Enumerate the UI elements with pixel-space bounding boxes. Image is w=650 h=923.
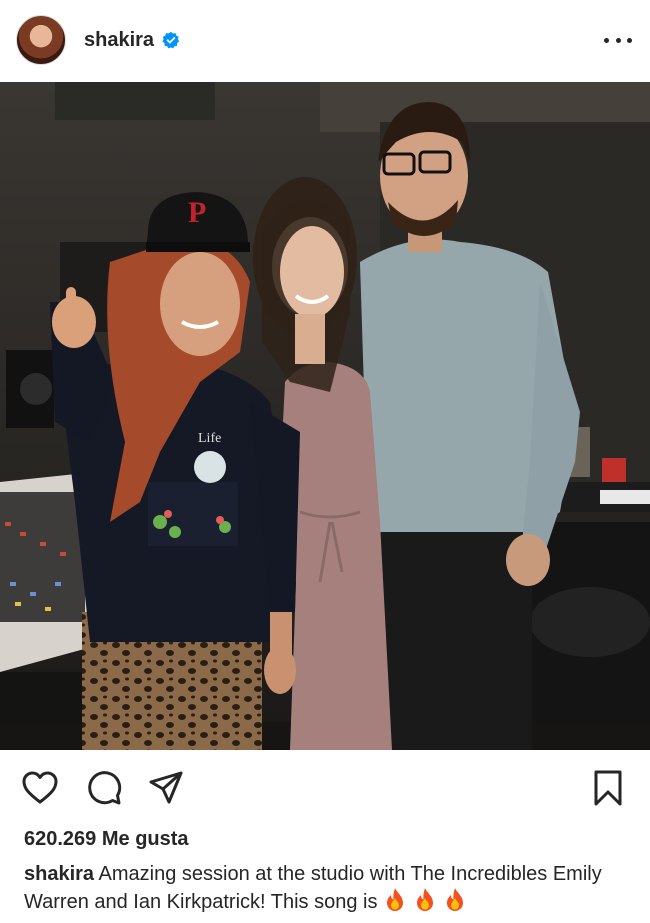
post-header: shakira: [0, 0, 650, 80]
more-options-icon[interactable]: [604, 30, 632, 50]
action-bar: [0, 768, 650, 812]
fire-emoji-icon: [417, 888, 434, 911]
share-icon[interactable]: [146, 768, 186, 808]
fire-emoji-icon: [447, 888, 464, 911]
likes-count[interactable]: 620.269 Me gusta: [24, 828, 189, 851]
studio-photo-illustration: P Life: [0, 82, 650, 750]
verified-badge-icon: [162, 31, 180, 49]
comment-icon[interactable]: [84, 768, 124, 808]
post-photo[interactable]: P Life: [0, 82, 650, 750]
svg-text:Life: Life: [198, 431, 221, 446]
caption-text: Amazing session at the studio with The I…: [24, 863, 602, 913]
bookmark-icon[interactable]: [588, 768, 628, 808]
heart-icon[interactable]: [20, 768, 60, 808]
username[interactable]: shakira: [84, 29, 154, 52]
caption-username[interactable]: shakira: [24, 863, 94, 885]
fire-emoji-icon: [387, 888, 404, 911]
caption: shakira Amazing session at the studio wi…: [24, 862, 634, 915]
svg-text:P: P: [188, 196, 206, 229]
avatar[interactable]: [16, 15, 66, 65]
